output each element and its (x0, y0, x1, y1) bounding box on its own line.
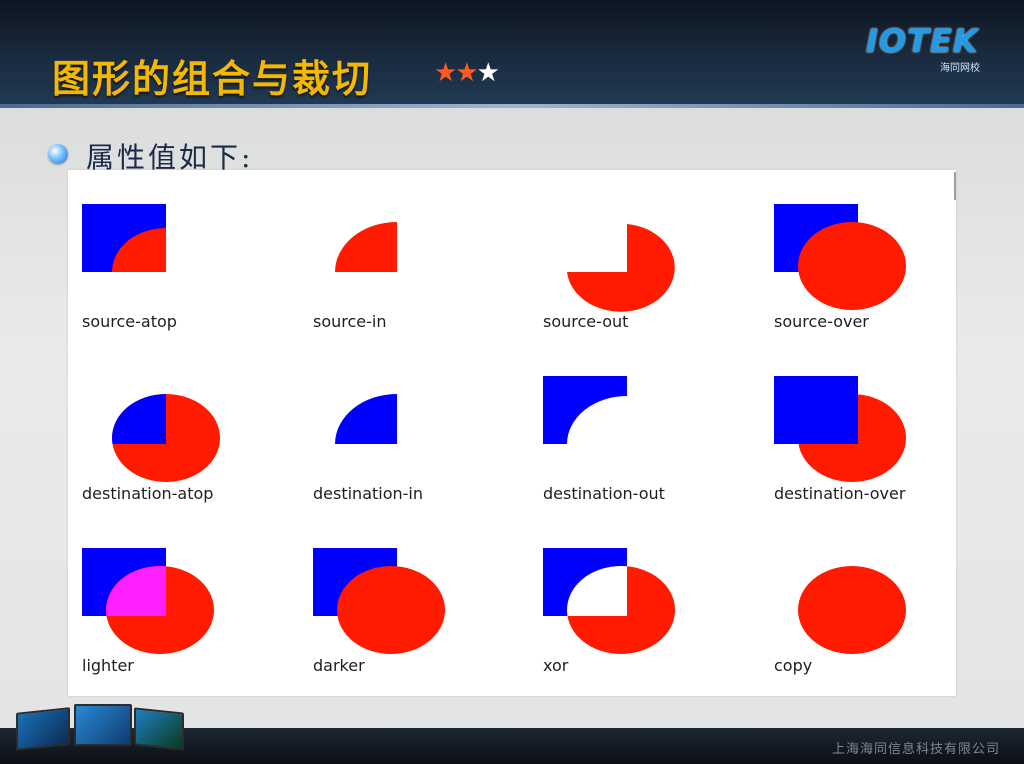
mode-cell-source-out: source-out (543, 204, 743, 364)
slide-title: 图形的组合与裁切 (52, 57, 373, 101)
mode-label: destination-out (543, 484, 665, 503)
mode-cell-destination-in: destination-in (313, 376, 513, 536)
mode-cell-destination-out: destination-out (543, 376, 743, 536)
mode-label: destination-in (313, 484, 424, 503)
mode-label: source-in (313, 312, 387, 331)
monitors-decoration-icon (12, 702, 184, 762)
mode-label: darker (313, 656, 365, 675)
source-atop-diagram-icon (82, 204, 166, 272)
mode-cell-lighter: lighter (82, 548, 282, 708)
destination-atop-diagram-icon (112, 394, 220, 482)
mode-label: source-atop (82, 312, 177, 331)
destination-over-diagram-icon (774, 376, 906, 482)
bullet-icon (48, 144, 68, 164)
mode-cell-source-in: source-in (313, 204, 513, 364)
mode-label: destination-over (774, 484, 906, 503)
xor-diagram-icon (543, 548, 675, 654)
mode-cell-destination-over: destination-over (774, 376, 974, 536)
logo-subtext: 海同网校 (940, 63, 980, 74)
mode-cell-copy: copy (774, 548, 974, 708)
mode-label: source-out (543, 312, 629, 331)
composite-modes-figure: source-atop source-in source-out source-… (68, 170, 956, 696)
source-over-diagram-icon (774, 204, 906, 310)
source-out-diagram-icon (567, 224, 675, 312)
mode-label: source-over (774, 312, 869, 331)
mode-label: xor (543, 656, 569, 675)
panel-scroll-edge (954, 172, 956, 200)
mode-label: lighter (82, 656, 134, 675)
logo-text: IOTEK (866, 22, 979, 60)
footer-company: 上海海同信息科技有限公司 (831, 742, 1000, 757)
star-filled-icon: ★★ (434, 58, 479, 88)
star-empty-icon: ★ (476, 58, 500, 88)
destination-in-diagram-icon (335, 394, 397, 444)
source-in-diagram-icon (335, 222, 397, 272)
mode-cell-xor: xor (543, 548, 743, 708)
mode-cell-destination-atop: destination-atop (82, 376, 282, 536)
mode-cell-darker: darker (313, 548, 513, 708)
mode-label: copy (774, 656, 813, 675)
destination-out-diagram-icon (543, 376, 627, 444)
mode-cell-source-over: source-over (774, 204, 974, 364)
copy-diagram-icon (798, 566, 906, 654)
darker-diagram-icon (313, 548, 445, 654)
difficulty-stars: ★★★ (434, 58, 500, 88)
brand-logo: IOTEK 海同网校 (866, 22, 1006, 74)
lighter-diagram-icon (82, 548, 214, 654)
mode-cell-source-atop: source-atop (82, 204, 282, 364)
mode-label: destination-atop (82, 484, 214, 503)
